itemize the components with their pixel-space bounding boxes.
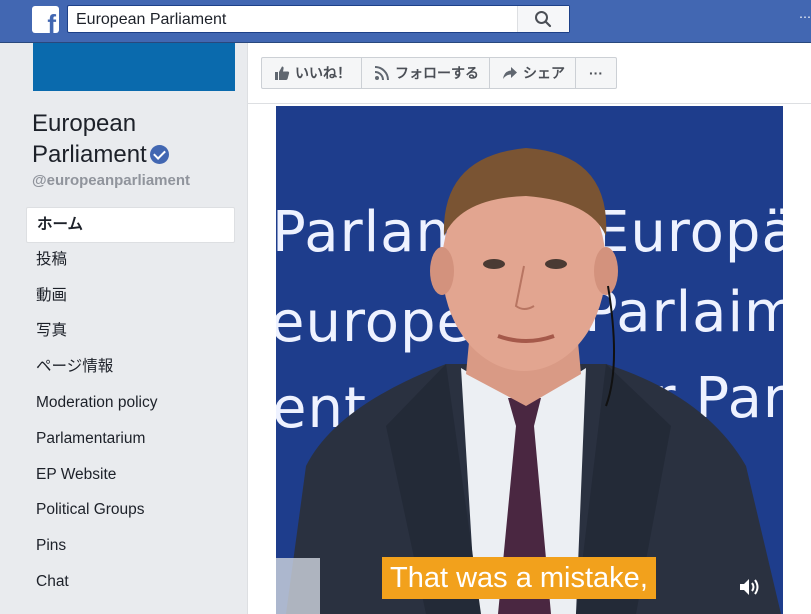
- profile-shortcut-icon[interactable]: ⋯: [799, 10, 811, 24]
- page-title-line2[interactable]: Parliament: [32, 141, 147, 168]
- share-button[interactable]: シェア: [490, 58, 576, 88]
- search-button[interactable]: [517, 6, 569, 32]
- video-caption: That was a mistake,: [382, 557, 656, 599]
- like-button[interactable]: いいね！: [262, 58, 362, 88]
- sidebar-item-parlamentarium[interactable]: Parlamentarium: [26, 422, 235, 458]
- follow-button[interactable]: フォローする: [362, 58, 490, 88]
- search-input-value[interactable]: European Parliament: [76, 11, 226, 29]
- sidebar-item-about[interactable]: ページ情報: [26, 350, 235, 386]
- facebook-logo-icon[interactable]: f: [32, 6, 59, 33]
- sidebar-item-ep-website[interactable]: EP Website: [26, 458, 235, 494]
- video-player[interactable]: Parlament Europäis européen Parlaime ent…: [276, 106, 783, 614]
- page-action-bar: いいね！ フォローする シェア ···: [261, 57, 617, 89]
- rss-follow-icon: [374, 66, 389, 81]
- sidebar-item-photos[interactable]: 写真: [26, 314, 235, 350]
- page-title-line1[interactable]: European: [32, 110, 136, 137]
- like-button-label: いいね！: [295, 65, 351, 81]
- sidebar-item-videos[interactable]: 動画: [26, 279, 235, 315]
- top-navigation-bar: f European Parliament ⋯: [0, 0, 811, 43]
- more-options-button[interactable]: ···: [576, 58, 616, 88]
- share-button-label: シェア: [523, 65, 565, 81]
- sidebar-item-pins[interactable]: Pins: [26, 529, 235, 565]
- more-options-icon: ···: [589, 65, 603, 81]
- share-arrow-icon: [503, 67, 517, 79]
- page-handle[interactable]: @europeanparliament: [32, 172, 190, 189]
- volume-icon[interactable]: [738, 576, 762, 598]
- sidebar-item-posts[interactable]: 投稿: [26, 243, 235, 279]
- speaker-figure: [276, 148, 781, 614]
- sidebar-item-chat[interactable]: Chat: [26, 565, 235, 601]
- profile-picture[interactable]: [33, 43, 235, 91]
- search-icon: [535, 11, 552, 28]
- search-input[interactable]: European Parliament: [67, 5, 570, 33]
- sidebar-item-political-groups[interactable]: Political Groups: [26, 493, 235, 529]
- page-navigation: ホーム 投稿 動画 写真 ページ情報 Moderation policy Par…: [26, 207, 235, 601]
- verified-badge-icon: [149, 145, 169, 164]
- sidebar-item-moderation-policy[interactable]: Moderation policy: [26, 386, 235, 422]
- page-title[interactable]: European Parliament: [32, 108, 232, 170]
- sidebar-item-home[interactable]: ホーム: [26, 207, 235, 243]
- thumbs-up-icon: [275, 66, 290, 80]
- divider: [247, 103, 811, 104]
- follow-button-label: フォローする: [395, 65, 479, 81]
